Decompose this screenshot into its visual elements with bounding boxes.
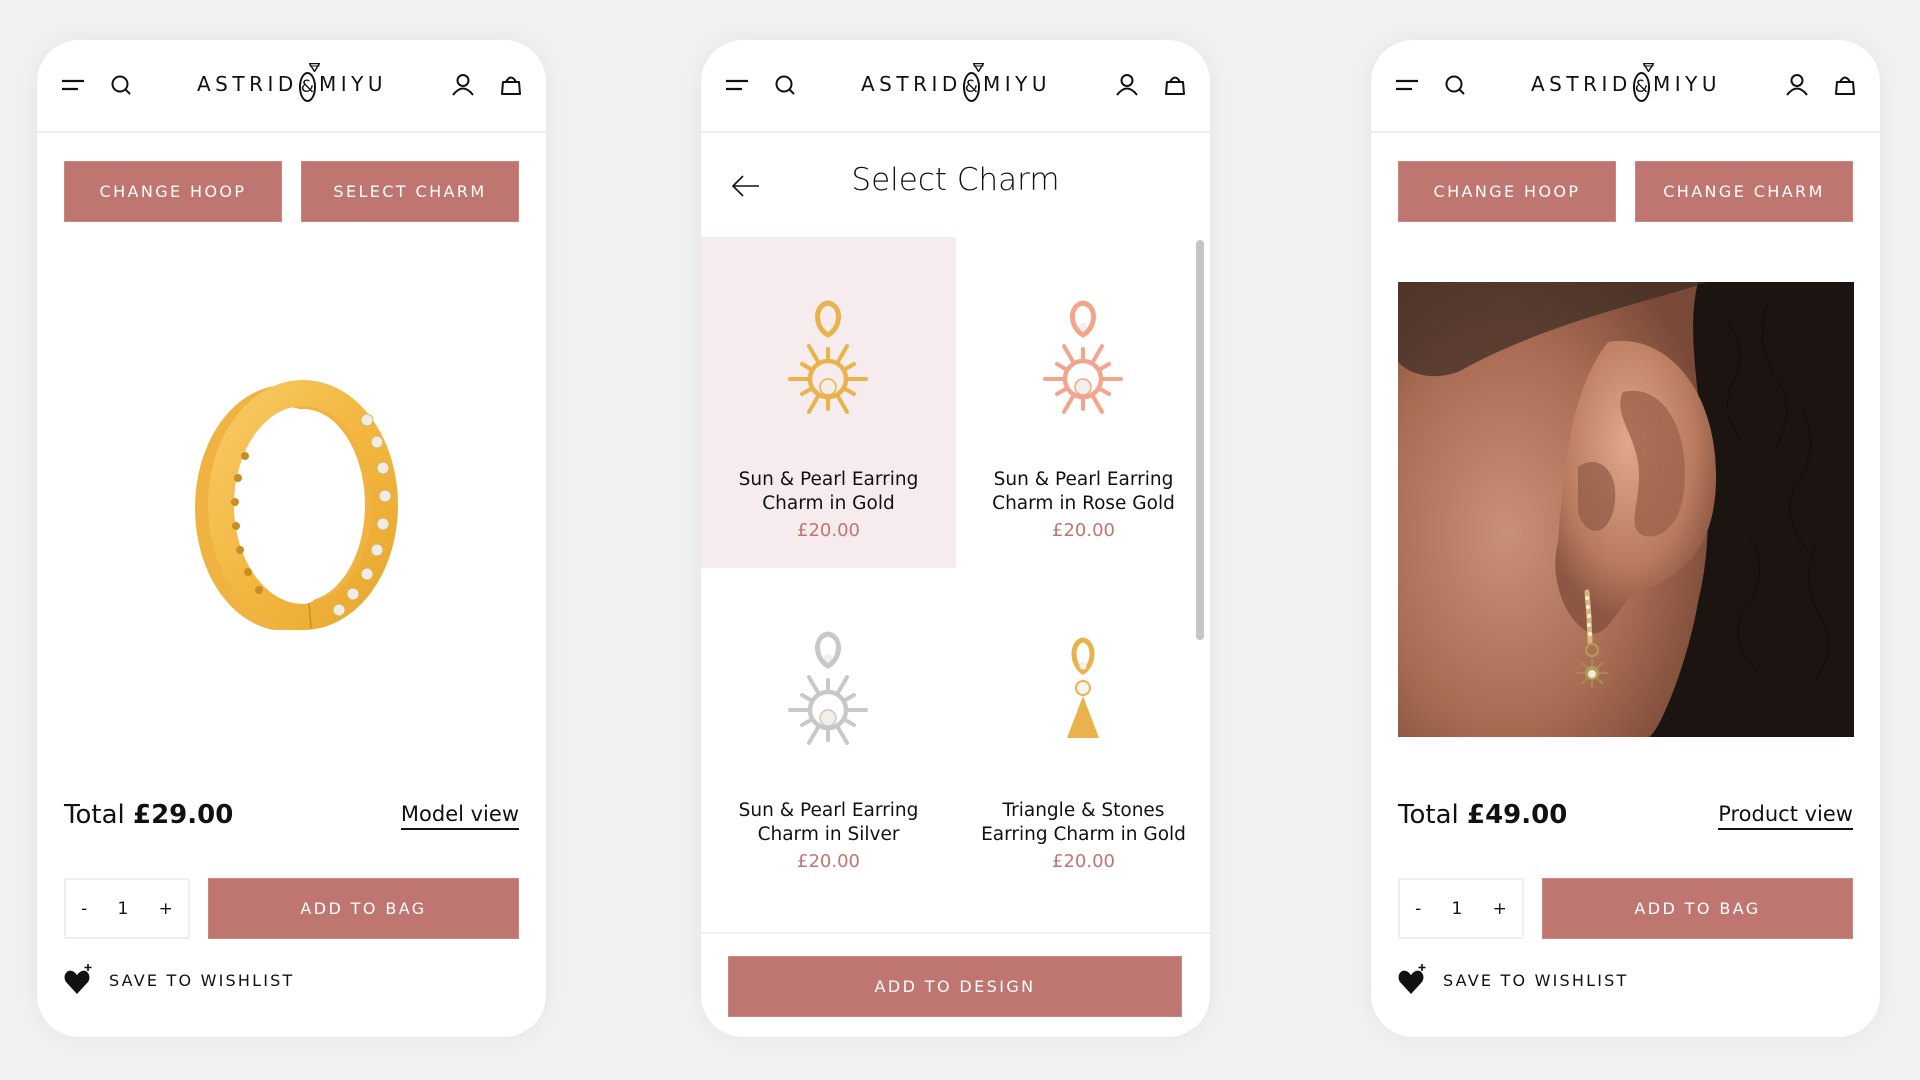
brand-logo[interactable]: ASTRID & MIYU bbox=[197, 62, 383, 106]
product-view-link[interactable]: Product view bbox=[1718, 802, 1853, 830]
heart-plus-icon bbox=[1398, 964, 1426, 994]
user-icon[interactable] bbox=[450, 72, 476, 98]
bag-icon[interactable] bbox=[1162, 72, 1188, 98]
charm-name: Sun & Pearl Earring Charm in Silver bbox=[738, 800, 919, 845]
pearl bbox=[1074, 378, 1092, 396]
logo-text-right: MIYU bbox=[983, 72, 1052, 96]
bag-icon[interactable] bbox=[1832, 72, 1858, 98]
pearl bbox=[819, 709, 837, 727]
quantity-stepper: - 1 + bbox=[1398, 878, 1524, 939]
menu-icon[interactable] bbox=[725, 72, 751, 98]
user-icon[interactable] bbox=[1114, 72, 1140, 98]
quantity-increase[interactable]: + bbox=[159, 899, 173, 919]
logo-amp-text: & bbox=[300, 77, 315, 97]
charm-price: £20.00 bbox=[797, 851, 860, 872]
logo-ampersand: & bbox=[298, 63, 320, 102]
quantity-stepper: - 1 + bbox=[64, 878, 190, 939]
user-icon[interactable] bbox=[1784, 72, 1810, 98]
sun-pearl-charm-image bbox=[788, 631, 868, 745]
divider bbox=[701, 932, 1210, 934]
crown-icon bbox=[972, 63, 984, 72]
screen-model-view: ASTRID & MIYU Change Hoop Change Charm bbox=[1371, 40, 1880, 1037]
change-charm-button[interactable]: Change Charm bbox=[1635, 161, 1853, 222]
crown-icon bbox=[1642, 63, 1654, 72]
total-value: £49.00 bbox=[1467, 800, 1568, 830]
hoop-product-image bbox=[195, 380, 398, 630]
menu-icon[interactable] bbox=[1395, 72, 1421, 98]
crown-icon bbox=[308, 63, 320, 72]
change-hoop-button[interactable]: Change Hoop bbox=[1398, 161, 1616, 222]
save-to-wishlist-button[interactable]: Save to wishlist bbox=[64, 962, 294, 998]
quantity-value[interactable]: 1 bbox=[118, 899, 129, 919]
wishlist-label: Save to wishlist bbox=[1443, 970, 1629, 990]
quantity-decrease[interactable]: - bbox=[1415, 899, 1421, 919]
model-view-link[interactable]: Model view bbox=[400, 802, 519, 830]
scrollbar-thumb[interactable] bbox=[1196, 240, 1204, 640]
logo-amp-text: & bbox=[1634, 77, 1649, 97]
screen-product-view: ASTRID & MIYU Change Hoop Select Charm bbox=[37, 40, 546, 1037]
search-icon[interactable] bbox=[773, 72, 799, 98]
screen-select-charm: ASTRID & MIYU Select Charm Sun & Pearl E… bbox=[701, 40, 1210, 1037]
triangle bbox=[1067, 696, 1099, 738]
quantity-value[interactable]: 1 bbox=[1452, 899, 1463, 919]
bag-icon[interactable] bbox=[498, 72, 524, 98]
charm-grid: Sun & Pearl Earring Charm in Gold £20.00 … bbox=[701, 237, 1195, 930]
page-title: Select Charm bbox=[851, 162, 1060, 198]
triangle-charm-image bbox=[1067, 637, 1099, 738]
total-label: Total bbox=[1398, 800, 1459, 830]
model-ear-photo bbox=[1398, 282, 1854, 737]
logo-text-left: ASTRID bbox=[860, 72, 962, 96]
charm-price: £20.00 bbox=[797, 520, 860, 541]
charm-price: £20.00 bbox=[1052, 851, 1115, 872]
charm-item[interactable]: Sun & Pearl Earring Charm in Rose Gold £2… bbox=[956, 237, 1195, 568]
search-icon[interactable] bbox=[1443, 72, 1469, 98]
logo-ampersand: & bbox=[1632, 63, 1654, 102]
select-charm-button[interactable]: Select Charm bbox=[301, 161, 519, 222]
charm-name: Triangle & Stones Earring Charm in Gold bbox=[981, 800, 1186, 845]
pearl bbox=[819, 378, 837, 396]
sun-pearl-charm-image bbox=[1043, 300, 1123, 414]
search-icon[interactable] bbox=[109, 72, 135, 98]
add-to-bag-button[interactable]: Add to bag bbox=[1542, 878, 1853, 939]
brand-logo[interactable]: ASTRID & MIYU bbox=[1531, 62, 1717, 106]
total-price: Total £49.00 bbox=[1398, 800, 1567, 830]
wishlist-label: Save to wishlist bbox=[109, 970, 295, 990]
sun-pearl-charm-image bbox=[788, 300, 868, 414]
charm-item[interactable]: Sun & Pearl Earring Charm in Gold £20.00 bbox=[701, 237, 956, 568]
logo-text-right: MIYU bbox=[319, 72, 388, 96]
logo-text-left: ASTRID bbox=[196, 72, 298, 96]
charm-price: £20.00 bbox=[1052, 520, 1115, 541]
change-hoop-button[interactable]: Change Hoop bbox=[64, 161, 282, 222]
add-to-bag-button[interactable]: Add to bag bbox=[208, 878, 519, 939]
brand-logo[interactable]: ASTRID & MIYU bbox=[861, 62, 1047, 106]
site-header: ASTRID & MIYU bbox=[37, 40, 546, 133]
site-header: ASTRID & MIYU bbox=[1371, 40, 1880, 133]
total-value: £29.00 bbox=[133, 800, 234, 830]
total-price: Total £29.00 bbox=[64, 800, 233, 830]
charm-item[interactable]: Triangle & Stones Earring Charm in Gold £… bbox=[956, 568, 1195, 899]
heart-plus-icon bbox=[64, 964, 92, 994]
logo-ampersand: & bbox=[962, 63, 984, 102]
charm-name: Sun & Pearl Earring Charm in Rose Gold bbox=[992, 469, 1175, 514]
add-to-design-button[interactable]: Add to design bbox=[728, 956, 1182, 1017]
charm-item[interactable]: Sun & Pearl Earring Charm in Silver £20.0… bbox=[701, 568, 956, 899]
charm-name: Sun & Pearl Earring Charm in Gold bbox=[738, 469, 919, 514]
save-to-wishlist-button[interactable]: Save to wishlist bbox=[1398, 962, 1628, 998]
quantity-decrease[interactable]: - bbox=[81, 899, 87, 919]
quantity-increase[interactable]: + bbox=[1493, 899, 1507, 919]
stone bbox=[1075, 680, 1091, 696]
menu-icon[interactable] bbox=[61, 72, 87, 98]
total-label: Total bbox=[64, 800, 125, 830]
logo-text-right: MIYU bbox=[1653, 72, 1722, 96]
logo-text-left: ASTRID bbox=[1530, 72, 1632, 96]
site-header: ASTRID & MIYU bbox=[701, 40, 1210, 133]
logo-amp-text: & bbox=[964, 77, 979, 97]
